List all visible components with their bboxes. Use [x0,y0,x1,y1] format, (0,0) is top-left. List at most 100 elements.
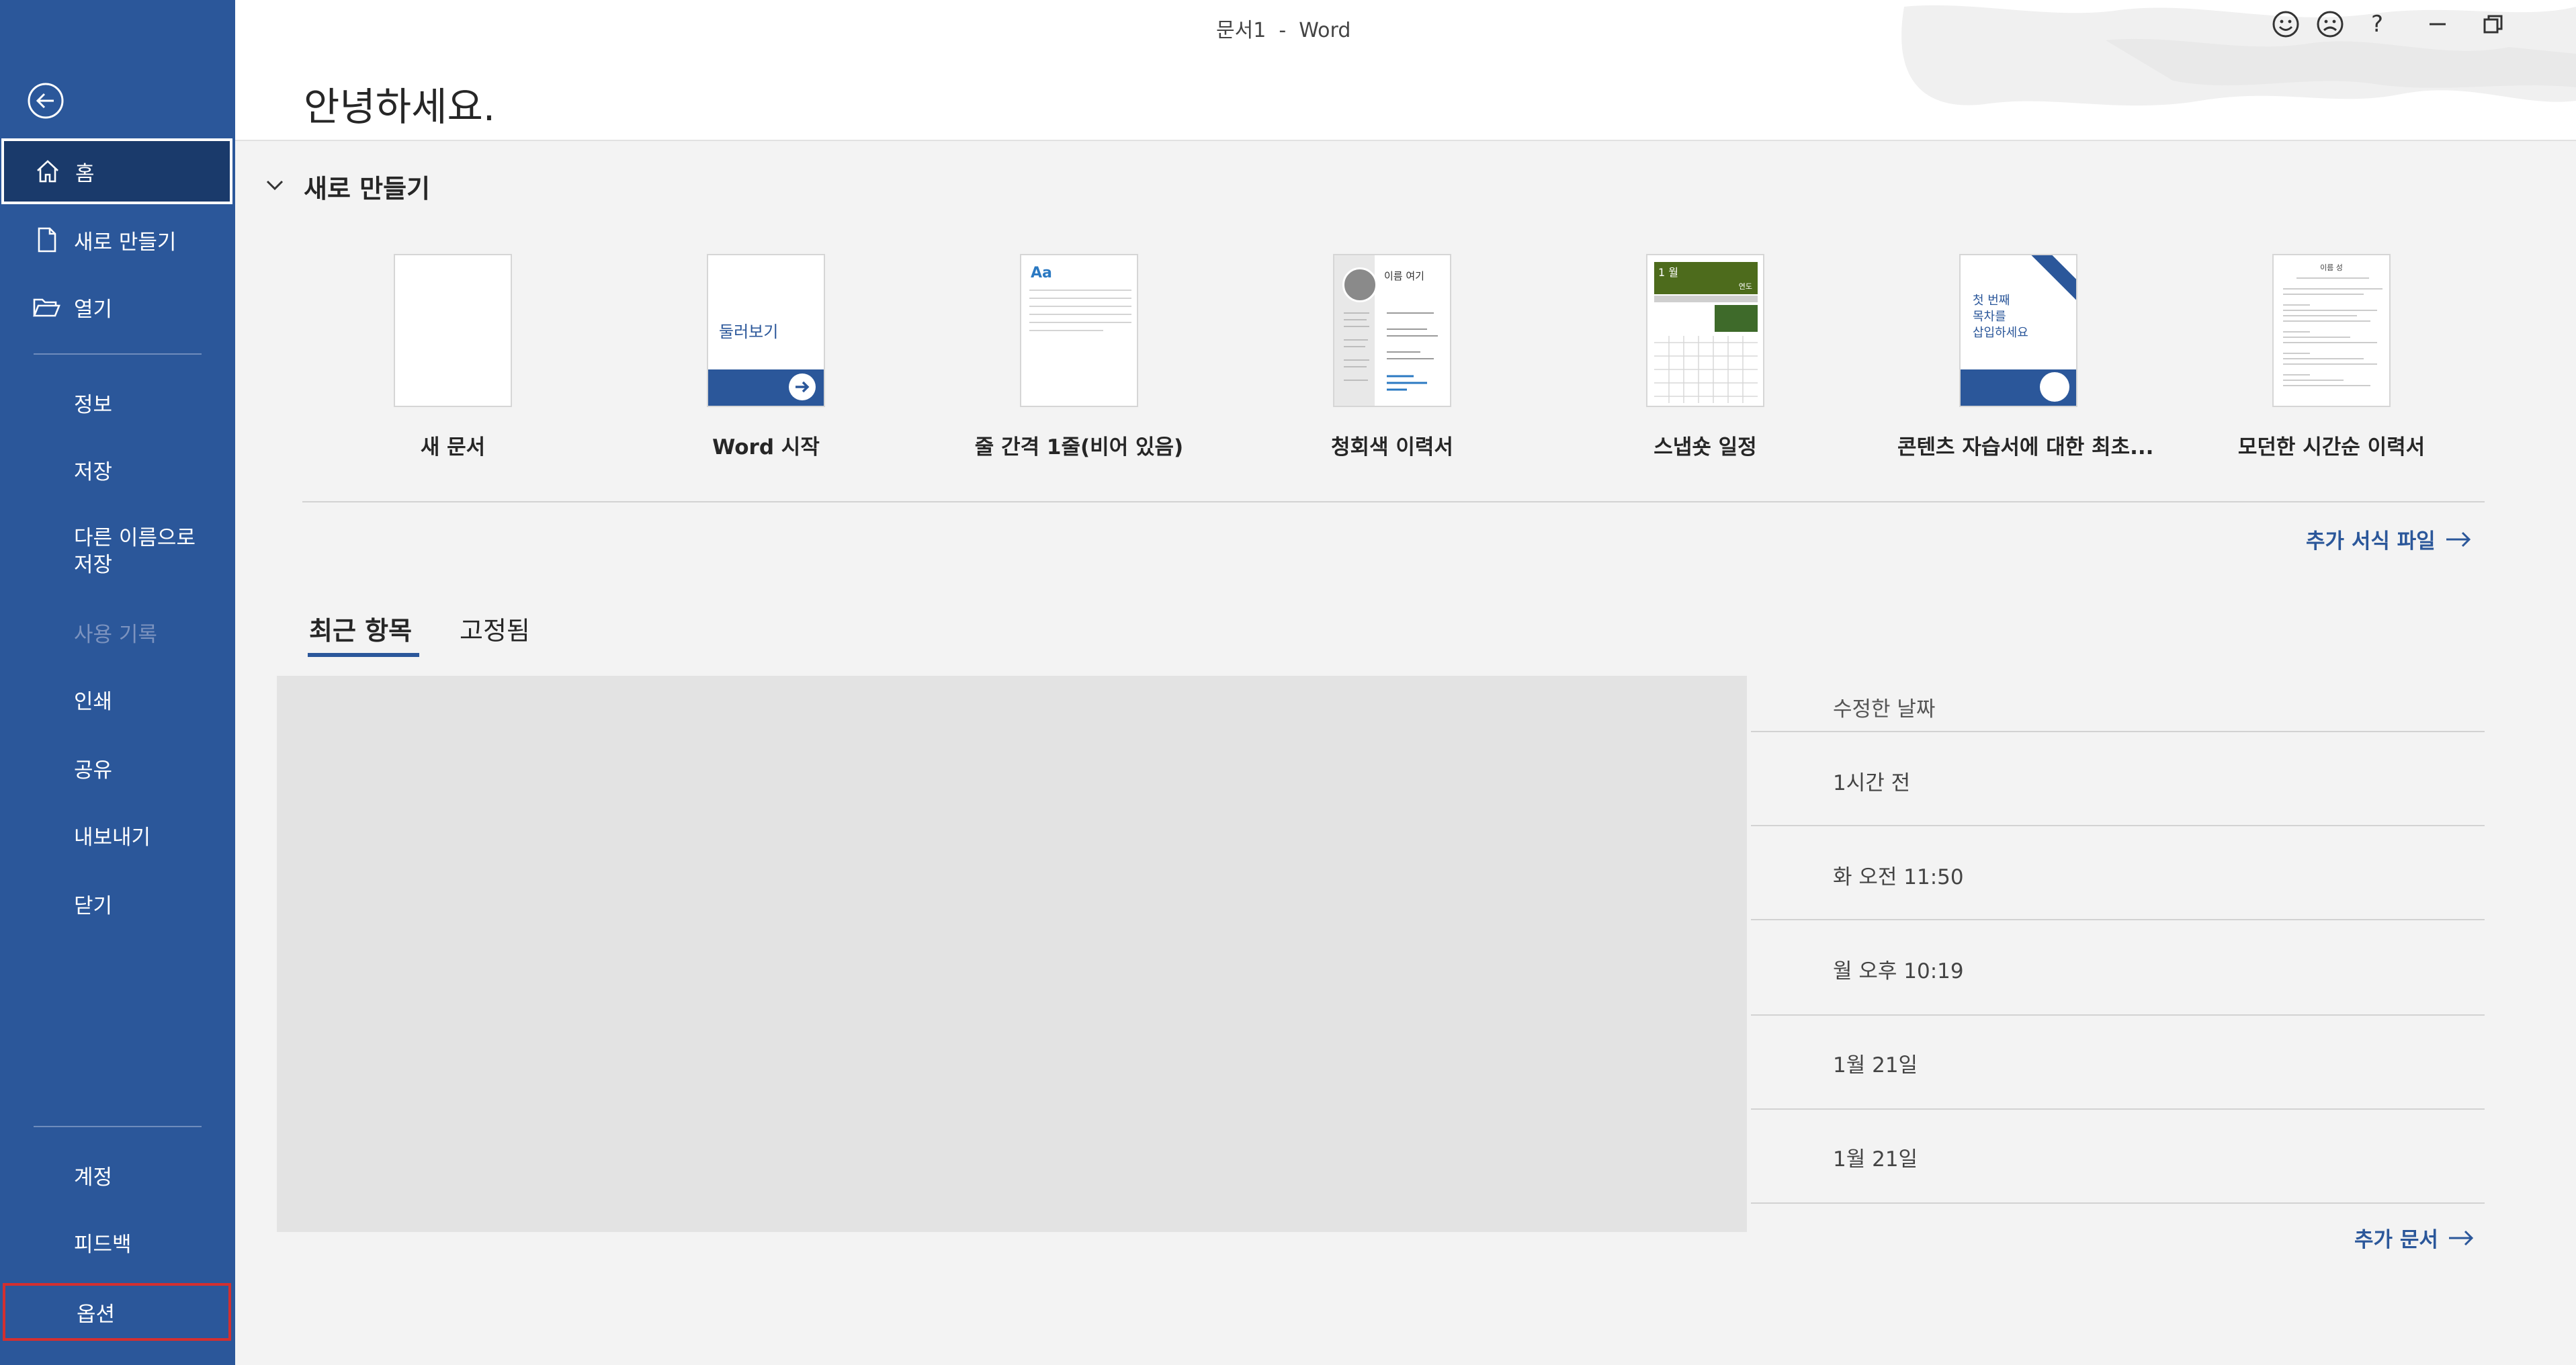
sidebar-item-label: 사용 기록 [74,622,157,647]
template-modern-chronological-resume[interactable]: 이름 성 모던한 시간순 이력서 [2210,254,2452,459]
recent-documents-placeholder [277,676,1747,1232]
sidebar-item-label: 닫기 [74,893,113,918]
row-divider [1751,1014,2485,1016]
sidebar-item-open[interactable]: 열기 [0,282,235,332]
sidebar-item-close[interactable]: 닫기 [0,879,235,928]
sidebar-item-print[interactable]: 인쇄 [0,674,235,724]
sidebar-item-save-as[interactable]: 다른 이름으로 저장 [0,515,235,588]
row-divider [1751,1202,2485,1204]
sidebar-item-info[interactable]: 정보 [0,378,235,427]
sidebar-item-label: 계정 [74,1165,113,1190]
section-divider [302,501,2485,502]
template-thumbnail: 첫 번째 목차를 삽입하세요 [1959,254,2077,407]
row-divider [1751,919,2485,920]
sidebar-item-label: 내보내기 [74,825,151,850]
template-caption: 모던한 시간순 이력서 [2237,435,2425,459]
sidebar-item-home[interactable]: 홈 [1,138,232,204]
arrow-right-icon [2448,1230,2473,1245]
more-documents-label: 추가 문서 [2354,1228,2438,1252]
more-templates-label: 추가 서식 파일 [2306,529,2436,554]
smiley-icon[interactable] [2266,4,2306,44]
template-caption: 새 문서 [420,435,486,459]
new-section-title[interactable]: 새로 만들기 [304,168,430,205]
row-divider [1751,825,2485,826]
recent-row-date[interactable]: 월 오후 10:19 [1833,954,1964,984]
sidebar-item-label: 홈 [75,161,95,186]
header-divider [235,140,2576,141]
sidebar-item-save[interactable]: 저장 [0,445,235,494]
more-templates-link[interactable]: 추가 서식 파일 [2306,524,2472,554]
collapse-chevron-icon[interactable] [263,173,286,196]
folder-open-icon [33,298,60,317]
template-thumbnail: 둘러보기 [707,254,825,407]
template-thumbnail: 1 월 연도 [1646,254,1764,407]
template-caption: 줄 간격 1줄(비어 있음) [974,435,1184,459]
home-icon [37,160,58,183]
template-single-spaced[interactable]: Aa 줄 간격 1줄(비어 있음) [958,254,1200,459]
thumbnail-text: Aa [1031,265,1052,281]
sidebar-item-label: 피드백 [74,1232,132,1257]
sidebar-item-label: 열기 [74,297,113,322]
template-caption: 콘텐츠 자습서에 대한 최초... [1897,435,2154,459]
sidebar-item-label: 공유 [74,758,113,783]
restore-button[interactable] [2473,4,2513,44]
thumbnail-text: 연도 [1738,282,1752,291]
recent-row-date[interactable]: 1시간 전 [1833,766,1910,796]
recent-row-date[interactable]: 화 오전 11:50 [1833,860,1964,890]
sidebar-divider [34,1126,202,1127]
frown-icon[interactable] [2310,4,2350,44]
template-thumbnail [394,254,512,407]
row-divider [1751,1108,2485,1110]
more-documents-link[interactable]: 추가 문서 [2354,1223,2475,1253]
minimize-icon [2430,23,2446,26]
column-header-modified[interactable]: 수정한 날짜 [1833,692,1935,722]
active-tab-indicator [308,653,419,657]
template-thumbnail: 이름 성 [2272,254,2391,407]
thumbnail-text: 1 월 [1658,266,1678,279]
top-bar [235,0,2576,140]
backstage-sidebar: 홈 새로 만들기 열기 정보 저장 다른 이름으로 저장 사용 기록 인쇄 공유… [0,0,235,1365]
row-divider [1751,731,2485,732]
sidebar-item-export[interactable]: 내보내기 [0,810,235,860]
restore-icon [2483,15,2503,34]
template-thumbnail: Aa [1020,254,1138,407]
thumbnail-text: 이름 여기 [1384,270,1424,282]
sidebar-item-label: 저장 [74,553,113,577]
sidebar-item-label: 저장 [74,459,113,484]
template-snapshot-calendar[interactable]: 1 월 연도 스냅숏 일정 [1584,254,1826,459]
help-button[interactable]: ? [2357,4,2397,44]
sidebar-item-label: 인쇄 [74,689,113,714]
sidebar-divider [34,353,202,355]
recent-row-date[interactable]: 1월 21일 [1833,1142,1918,1172]
sidebar-item-history: 사용 기록 [0,607,235,657]
template-blue-grey-resume[interactable]: 이름 여기 청회색 이력서 [1271,254,1513,459]
sidebar-item-options[interactable]: 옵션 [3,1283,231,1341]
sidebar-item-label: 옵션 [77,1302,116,1327]
recent-row-date[interactable]: 1월 21일 [1833,1048,1918,1078]
template-caption: 스냅숏 일정 [1654,435,1757,459]
template-blank-document[interactable]: 새 문서 [332,254,574,459]
tab-recent[interactable]: 최근 항목 [309,610,412,647]
thumbnail-text: 첫 번째 목차를 삽입하세요 [1973,294,2028,340]
sidebar-item-share[interactable]: 공유 [0,743,235,793]
window-title: 문서1 - Word [1216,19,1351,42]
template-welcome-to-word[interactable]: 둘러보기 Word 시작 [645,254,887,459]
sidebar-item-account[interactable]: 계정 [0,1150,235,1200]
arrow-right-icon [2446,531,2471,547]
sidebar-item-label: 새로 만들기 [74,230,177,255]
template-thumbnail: 이름 여기 [1333,254,1451,407]
template-caption: Word 시작 [712,435,820,459]
template-toc-tutorial[interactable]: 첫 번째 목차를 삽입하세요 콘텐츠 자습서에 대한 최초... [1897,254,2153,459]
minimize-button[interactable] [2417,4,2458,44]
tab-pinned[interactable]: 고정됨 [460,610,530,647]
sidebar-item-new[interactable]: 새로 만들기 [0,215,235,265]
thumbnail-text: 이름 성 [2320,263,2343,272]
sidebar-item-label: 정보 [74,392,113,417]
template-caption: 청회색 이력서 [1331,435,1453,459]
new-doc-icon [38,227,56,253]
back-arrow-icon[interactable] [26,81,66,121]
sidebar-item-feedback[interactable]: 피드백 [0,1217,235,1267]
thumbnail-text: 둘러보기 [719,322,779,341]
sidebar-item-label: 다른 이름으로 [74,526,196,550]
arrow-right-icon [789,373,816,400]
